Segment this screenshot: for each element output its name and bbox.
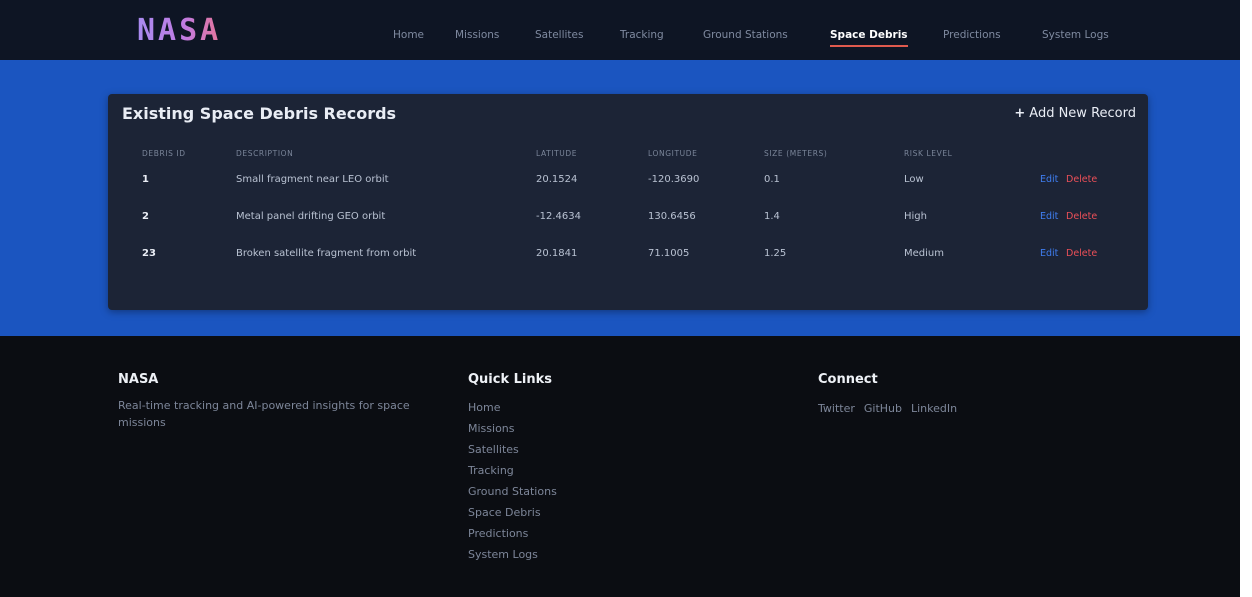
debris-latitude: -12.4634 xyxy=(536,211,581,222)
debris-risk: High xyxy=(904,211,927,222)
col-header-debris-id: Debris ID xyxy=(142,149,186,158)
nav-missions[interactable]: Missions xyxy=(455,27,499,43)
debris-longitude: 130.6456 xyxy=(648,211,696,222)
debris-size: 1.4 xyxy=(764,211,780,222)
footer-link-predictions[interactable]: Predictions xyxy=(468,523,557,544)
footer-quick-links: Quick Links Home Missions Satellites Tra… xyxy=(468,372,557,565)
table-row: 1 Small fragment near LEO orbit 20.1524 … xyxy=(108,165,1148,195)
add-new-record-label: Add New Record xyxy=(1029,106,1136,121)
plus-icon: + xyxy=(1014,106,1026,121)
delete-button[interactable]: Delete xyxy=(1066,202,1097,232)
debris-description: Small fragment near LEO orbit xyxy=(236,174,389,185)
footer-link-tracking[interactable]: Tracking xyxy=(468,460,557,481)
debris-longitude: 71.1005 xyxy=(648,248,690,259)
debris-latitude: 20.1524 xyxy=(536,174,578,185)
top-navbar: NASA Home Missions Satellites Tracking G… xyxy=(0,0,1240,60)
twitter-link[interactable]: Twitter xyxy=(818,402,855,415)
debris-size: 1.25 xyxy=(764,248,787,259)
footer-quick-links-heading: Quick Links xyxy=(468,372,553,387)
debris-size: 0.1 xyxy=(764,174,780,185)
col-header-latitude: Latitude xyxy=(536,149,578,158)
col-header-size: Size (meters) xyxy=(764,149,828,158)
nav-tracking[interactable]: Tracking xyxy=(620,27,664,43)
debris-id: 1 xyxy=(142,174,149,185)
table-row: 2 Metal panel drifting GEO orbit -12.463… xyxy=(108,202,1148,232)
edit-button[interactable]: Edit xyxy=(1040,202,1058,232)
footer-tagline: Real-time tracking and AI-powered insigh… xyxy=(118,399,410,429)
footer-connect-heading: Connect xyxy=(818,372,878,387)
edit-button[interactable]: Edit xyxy=(1040,239,1058,269)
debris-id: 23 xyxy=(142,248,156,259)
nav-space-debris[interactable]: Space Debris xyxy=(830,27,908,47)
content-band: Existing Space Debris Records + Add New R… xyxy=(0,60,1240,336)
col-header-longitude: Longitude xyxy=(648,149,698,158)
delete-button[interactable]: Delete xyxy=(1066,239,1097,269)
debris-longitude: -120.3690 xyxy=(648,174,700,185)
col-header-risk-level: Risk Level xyxy=(904,149,953,158)
debris-description: Metal panel drifting GEO orbit xyxy=(236,211,386,222)
nav-ground-stations[interactable]: Ground Stations xyxy=(703,27,788,43)
nav-home[interactable]: Home xyxy=(393,27,424,43)
table-row: 23 Broken satellite fragment from orbit … xyxy=(108,239,1148,269)
footer-link-ground-stations[interactable]: Ground Stations xyxy=(468,481,557,502)
page: NASA Home Missions Satellites Tracking G… xyxy=(0,0,1252,597)
main-nav: Home Missions Satellites Tracking Ground… xyxy=(0,27,1240,47)
footer-link-missions[interactable]: Missions xyxy=(468,418,557,439)
nav-predictions[interactable]: Predictions xyxy=(943,27,1001,43)
footer-link-satellites[interactable]: Satellites xyxy=(468,439,557,460)
debris-latitude: 20.1841 xyxy=(536,248,578,259)
footer-link-space-debris[interactable]: Space Debris xyxy=(468,502,557,523)
add-new-record-button[interactable]: + Add New Record xyxy=(1014,106,1136,121)
debris-records-card: Existing Space Debris Records + Add New R… xyxy=(108,94,1148,310)
delete-button[interactable]: Delete xyxy=(1066,165,1097,195)
debris-id: 2 xyxy=(142,211,149,222)
debris-risk: Medium xyxy=(904,248,944,259)
footer: NASA Real-time tracking and AI-powered i… xyxy=(0,336,1240,597)
scrollbar[interactable] xyxy=(1240,0,1252,597)
col-header-description: Description xyxy=(236,149,294,158)
debris-description: Broken satellite fragment from orbit xyxy=(236,248,417,259)
footer-link-home[interactable]: Home xyxy=(468,397,557,418)
footer-social-links: Twitter GitHub LinkedIn xyxy=(818,397,966,416)
footer-link-system-logs[interactable]: System Logs xyxy=(468,544,557,565)
footer-connect: Connect Twitter GitHub LinkedIn xyxy=(818,372,966,416)
github-link[interactable]: GitHub xyxy=(864,402,902,415)
debris-risk: Low xyxy=(904,174,924,185)
nav-system-logs[interactable]: System Logs xyxy=(1042,27,1109,43)
footer-brand-heading: NASA xyxy=(118,372,159,387)
footer-brand: NASA Real-time tracking and AI-powered i… xyxy=(118,372,438,431)
linkedin-link[interactable]: LinkedIn xyxy=(911,402,957,415)
card-title: Existing Space Debris Records xyxy=(122,104,397,123)
nav-satellites[interactable]: Satellites xyxy=(535,27,583,43)
edit-button[interactable]: Edit xyxy=(1040,165,1058,195)
